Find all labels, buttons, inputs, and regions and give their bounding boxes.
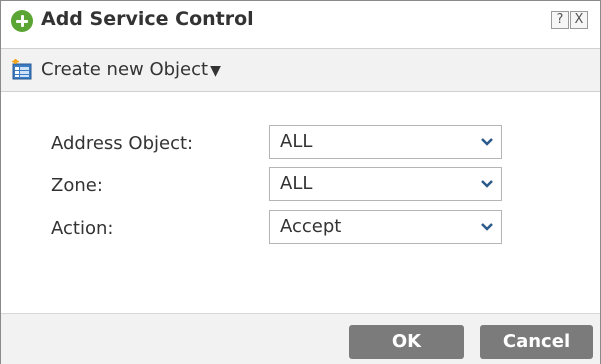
create-new-object-menu[interactable]: Create new Object ▼: [41, 59, 221, 80]
cancel-button[interactable]: Cancel: [480, 325, 593, 359]
new-object-icon: [12, 59, 32, 80]
action-value: Accept: [280, 216, 342, 237]
dialog-footer: OK Cancel: [1, 313, 600, 364]
action-label: Action:: [51, 218, 114, 239]
create-new-object-label: Create new Object: [41, 59, 209, 80]
action-select[interactable]: Accept: [269, 210, 502, 244]
chevron-down-icon: [481, 223, 493, 231]
address-object-value: ALL: [280, 131, 313, 152]
zone-value: ALL: [280, 173, 313, 194]
chevron-down-icon: [481, 138, 493, 146]
dialog-title-bar: Add Service Control ? X: [1, 1, 600, 41]
address-object-row: Address Object: ALL: [51, 125, 571, 161]
add-service-control-dialog: Add Service Control ? X Create new Objec…: [0, 0, 601, 364]
add-circle-icon: [11, 10, 33, 32]
zone-row: Zone: ALL: [51, 167, 571, 203]
address-object-label: Address Object:: [51, 133, 194, 154]
dialog-title: Add Service Control: [41, 8, 254, 30]
action-row: Action: Accept: [51, 210, 571, 246]
help-button[interactable]: ?: [551, 11, 569, 29]
chevron-down-icon: [481, 180, 493, 188]
toolbar: Create new Object ▼: [1, 48, 600, 92]
address-object-select[interactable]: ALL: [269, 125, 502, 159]
zone-label: Zone:: [51, 175, 103, 196]
ok-button[interactable]: OK: [349, 325, 464, 359]
caret-down-icon: ▼: [210, 63, 221, 79]
close-button[interactable]: X: [570, 11, 588, 29]
zone-select[interactable]: ALL: [269, 167, 502, 201]
